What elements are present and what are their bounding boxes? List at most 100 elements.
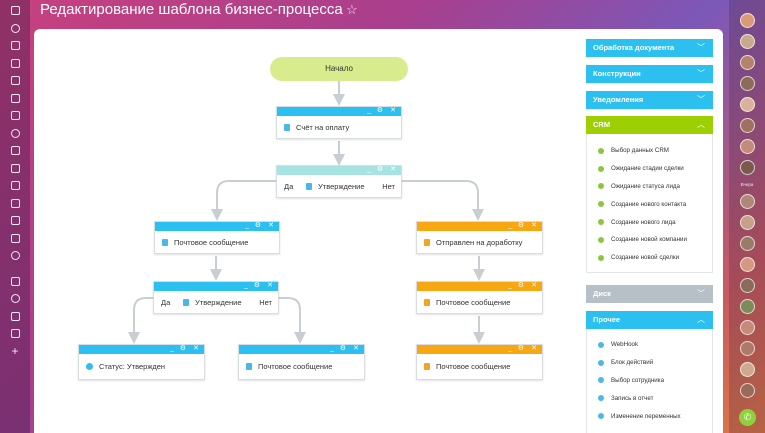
- chevron-down-icon: ﹀: [697, 289, 705, 298]
- start-node[interactable]: Начало: [270, 57, 408, 81]
- list-item[interactable]: Запись в отчет: [587, 389, 712, 407]
- webhook-icon: [598, 341, 604, 348]
- close-icon[interactable]: ✕: [531, 221, 537, 230]
- panel-section-disk[interactable]: Диск ﹀: [586, 285, 713, 303]
- avatar[interactable]: [740, 257, 755, 272]
- mail-block[interactable]: _ ⚙ ✕ Почтовое сообщение: [416, 281, 543, 314]
- block-label: Статус: Утвержден: [99, 362, 166, 371]
- gear-icon[interactable]: ⚙: [377, 106, 383, 115]
- mail-block[interactable]: _ ⚙ ✕ Почтовое сообщение: [238, 344, 365, 380]
- lead-icon: [598, 219, 604, 226]
- gear-icon[interactable]: ⚙: [180, 344, 186, 353]
- avatar[interactable]: [740, 278, 755, 293]
- panel-section-other[interactable]: Прочее ︿: [586, 311, 713, 329]
- other-activity-list: WebHook Блок действий Выбор сотрудника З…: [586, 329, 713, 433]
- avatar[interactable]: [740, 139, 755, 154]
- avatar[interactable]: [740, 76, 755, 91]
- avatar[interactable]: [740, 34, 755, 49]
- minimize-icon[interactable]: _: [508, 344, 512, 353]
- check-icon: [86, 363, 93, 370]
- avatar[interactable]: [740, 299, 755, 314]
- minimize-icon[interactable]: _: [330, 344, 334, 353]
- minimize-icon[interactable]: _: [245, 221, 249, 230]
- panel-section-crm[interactable]: CRM ︿: [586, 116, 713, 134]
- block-label: Утверждение: [318, 181, 365, 191]
- block-label: Утверждение: [195, 297, 242, 307]
- status-block[interactable]: _ ⚙ ✕ Статус: Утвержден: [78, 344, 205, 380]
- approval-condition-block[interactable]: _ ⚙ ✕ Да Утверждение Нет: [276, 165, 402, 198]
- list-item[interactable]: Выбор данных CRM: [587, 142, 712, 160]
- avatar[interactable]: [740, 13, 755, 28]
- company-icon: [598, 236, 604, 243]
- gear-icon[interactable]: ⚙: [255, 221, 261, 230]
- block-label: Отправлен на доработку: [436, 237, 523, 247]
- document-icon: [424, 238, 430, 246]
- close-icon[interactable]: ✕: [531, 281, 537, 290]
- close-icon[interactable]: ✕: [267, 281, 273, 290]
- rework-block[interactable]: _ ⚙ ✕ Отправлен на доработку: [416, 221, 543, 254]
- deal-icon: [598, 254, 604, 261]
- block-label: Почтовое сообщение: [258, 362, 333, 371]
- avatar[interactable]: [740, 362, 755, 377]
- chevron-up-icon: ︿: [697, 315, 705, 324]
- clock-icon: [598, 165, 604, 172]
- avatar[interactable]: [740, 341, 755, 356]
- document-icon: [424, 363, 430, 370]
- list-item[interactable]: Создание новой сделки: [587, 249, 712, 267]
- avatar[interactable]: [740, 97, 755, 112]
- avatar[interactable]: [740, 320, 755, 335]
- gear-icon[interactable]: ⚙: [340, 344, 346, 353]
- invoice-block[interactable]: _ ⚙ ✕ Счёт на оплату: [276, 106, 402, 139]
- avatar[interactable]: [740, 55, 755, 70]
- list-item[interactable]: Изменение переменных: [587, 407, 712, 425]
- avatar[interactable]: [740, 118, 755, 133]
- gear-icon[interactable]: ⚙: [518, 344, 524, 353]
- minimize-icon[interactable]: _: [367, 106, 371, 115]
- approval-condition-block[interactable]: _ ⚙ ✕ Да Утверждение Нет: [153, 281, 279, 314]
- gear-icon[interactable]: ⚙: [254, 281, 260, 290]
- close-icon[interactable]: ✕: [193, 344, 199, 353]
- list-item[interactable]: Создание нового контакта: [587, 195, 712, 213]
- avatar[interactable]: [740, 160, 755, 175]
- list-item[interactable]: Создание нового лида: [587, 213, 712, 231]
- avatar[interactable]: [740, 194, 755, 209]
- close-icon[interactable]: ✕: [268, 221, 274, 230]
- panel-section-notifications[interactable]: Уведомления ﹀: [586, 91, 713, 109]
- panel-section-constructions[interactable]: Конструкции ﹀: [586, 65, 713, 83]
- minimize-icon[interactable]: _: [508, 281, 512, 290]
- list-item[interactable]: WebHook: [587, 336, 712, 354]
- avatar[interactable]: [740, 383, 755, 398]
- gear-icon[interactable]: ⚙: [377, 165, 383, 174]
- avatar[interactable]: [740, 236, 755, 251]
- list-item[interactable]: Ожидание стадии сделки: [587, 160, 712, 178]
- mail-block[interactable]: _ ⚙ ✕ Почтовое сообщение: [416, 344, 543, 380]
- document-icon: [424, 298, 430, 306]
- branch-yes-label: Да: [284, 181, 294, 191]
- report-icon: [598, 395, 604, 402]
- crm-activity-list: Выбор данных CRM Ожидание стадии сделки …: [586, 134, 713, 273]
- minimize-icon[interactable]: _: [244, 281, 248, 290]
- close-icon[interactable]: ✕: [353, 344, 359, 353]
- block-label: Почтовое сообщение: [436, 297, 511, 307]
- panel-section-document-processing[interactable]: Обработка документа ﹀: [586, 39, 713, 57]
- close-icon[interactable]: ✕: [531, 344, 537, 353]
- list-item[interactable]: Создание новой компании: [587, 231, 712, 249]
- minimize-icon[interactable]: _: [170, 344, 174, 353]
- gear-icon[interactable]: ⚙: [518, 281, 524, 290]
- chevron-down-icon: ﹀: [697, 95, 705, 104]
- close-icon[interactable]: ✕: [390, 165, 396, 174]
- document-icon: [284, 123, 290, 131]
- list-item[interactable]: Блок действий: [587, 354, 712, 372]
- minimize-icon[interactable]: _: [367, 165, 371, 174]
- minimize-icon[interactable]: _: [508, 221, 512, 230]
- mail-block[interactable]: _ ⚙ ✕ Почтовое сообщение: [154, 221, 280, 254]
- list-item[interactable]: Выбор сотрудника: [587, 372, 712, 390]
- chevron-down-icon: ﹀: [697, 69, 705, 78]
- document-icon: [162, 238, 168, 246]
- avatar[interactable]: [740, 215, 755, 230]
- contact-icon: [598, 201, 604, 208]
- close-icon[interactable]: ✕: [390, 106, 396, 115]
- phone-icon[interactable]: ✆: [739, 409, 756, 426]
- gear-icon[interactable]: ⚙: [518, 221, 524, 230]
- list-item[interactable]: Ожидание статуса лида: [587, 178, 712, 196]
